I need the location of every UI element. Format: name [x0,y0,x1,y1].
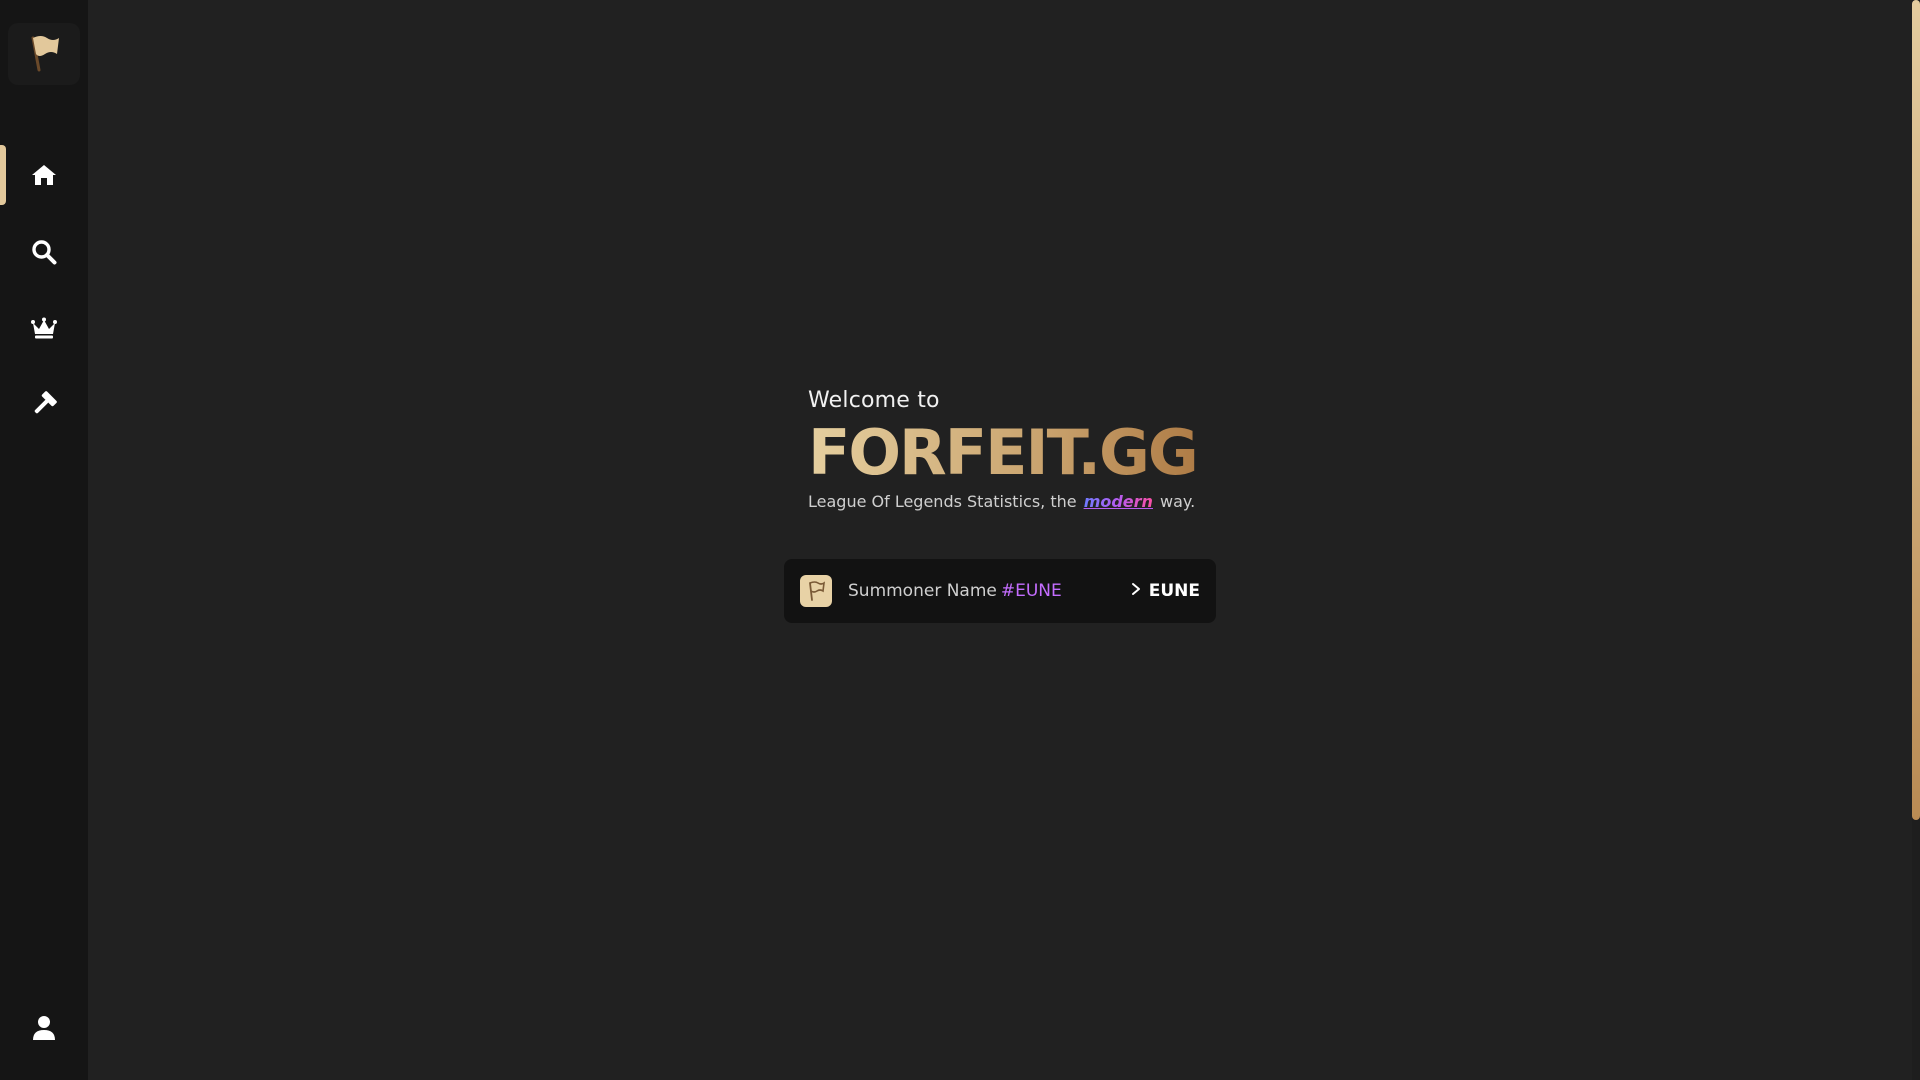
sidebar-item-search[interactable] [0,222,88,282]
tagline-text: League Of Legends Statistics, the [808,492,1077,511]
welcome-text: Welcome to [808,388,940,413]
hero: Welcome to FORFEIT.GG League Of Legends … [808,386,1228,514]
sidebar-item-home[interactable] [0,145,88,205]
logo-button[interactable] [8,23,80,85]
tagline-highlight: modern [1083,492,1153,511]
hammer-icon [30,390,58,418]
app-root: Welcome to FORFEIT.GG League Of Legends … [0,0,1920,1080]
user-icon [32,1015,56,1041]
search-placeholder-tag: #EUNE [1000,581,1062,601]
flag-icon [27,32,61,76]
search-input[interactable]: Summoner Name #EUNE [848,581,1131,601]
tagline: League Of Legends Statistics, the modern… [808,490,1228,514]
sidebar-item-tools[interactable] [0,374,88,434]
summoner-search-bar[interactable]: Summoner Name #EUNE EUNE [784,559,1216,623]
sidebar [0,0,88,1080]
brand-title: FORFEIT.GG [808,418,1228,488]
search-placeholder-name: Summoner Name [848,581,997,601]
scrollbar-thumb[interactable] [1912,0,1920,820]
home-icon [31,163,57,187]
region-select[interactable]: EUNE [1131,581,1200,601]
flag-outline-icon [800,575,832,607]
crown-icon [30,317,58,339]
chevron-right-icon [1131,581,1141,601]
region-label: EUNE [1148,581,1200,601]
search-icon [31,239,57,265]
sidebar-item-profile[interactable] [0,998,88,1058]
sidebar-item-leaderboard[interactable] [0,298,88,358]
tagline-end: way. [1160,492,1196,511]
scrollbar-track[interactable] [1912,0,1920,1080]
